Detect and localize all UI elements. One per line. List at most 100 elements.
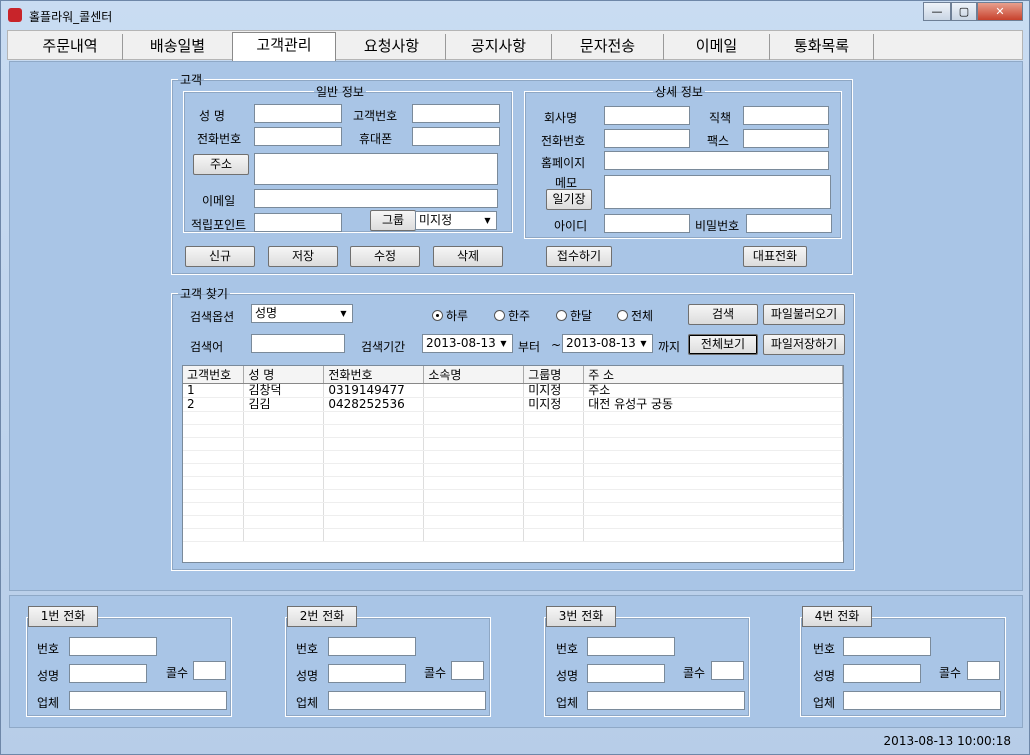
phone-4-company-label: 업체 [813, 696, 836, 710]
date-from-picker[interactable]: 2013-08-13 ▼ [422, 334, 513, 353]
delete-button[interactable]: 삭제 [433, 246, 503, 267]
column-header[interactable]: 주 소 [583, 366, 843, 384]
points-field[interactable] [254, 213, 342, 232]
column-header[interactable]: 고객번호 [183, 366, 245, 384]
fax-label: 팩스 [707, 134, 730, 148]
new-button[interactable]: 신규 [185, 246, 255, 267]
radio-week[interactable]: 한주 [494, 307, 530, 324]
save-button[interactable]: 저장 [268, 246, 338, 267]
phone-3-calls-label: 콜수 [683, 666, 706, 680]
customer-table: 고객번호 성 명 전화번호 소속명 그룹명 주 소 1 김창덕 03191494… [183, 366, 843, 542]
tab-notices[interactable]: 공지사항 [446, 34, 552, 60]
phone-4-name-field[interactable] [843, 664, 921, 683]
radio-all[interactable]: 전체 [617, 307, 653, 324]
phone-1-name-field[interactable] [69, 664, 147, 683]
search-button[interactable]: 검색 [688, 304, 758, 325]
tab-call-list[interactable]: 통화목록 [770, 34, 874, 60]
edit-button[interactable]: 수정 [350, 246, 420, 267]
table-row[interactable]: 2 김김 0428252536 미지정 대전 유성구 궁동 [183, 397, 843, 412]
name-field[interactable] [254, 104, 342, 123]
close-button[interactable]: ✕ [977, 2, 1023, 21]
customer-grid[interactable]: 고객번호 성 명 전화번호 소속명 그룹명 주 소 1 김창덕 03191494… [182, 365, 844, 563]
keyword-field[interactable] [251, 334, 345, 353]
view-all-button[interactable]: 전체보기 [688, 334, 758, 355]
address-button[interactable]: 주소 [193, 154, 249, 175]
phone-4-calls-field[interactable] [967, 661, 1000, 680]
position-field[interactable] [743, 106, 829, 125]
mobile-label: 휴대폰 [359, 132, 393, 146]
phone-label: 전화번호 [197, 132, 242, 146]
phone-2-name-field[interactable] [328, 664, 406, 683]
column-header[interactable]: 그룹명 [523, 366, 585, 384]
column-header[interactable]: 전화번호 [323, 366, 425, 384]
search-option-select[interactable]: 성명 ▼ [251, 304, 353, 323]
detail-phone-field[interactable] [604, 129, 690, 148]
minimize-button[interactable]: — [923, 2, 951, 21]
table-cell: 주소 [583, 383, 843, 398]
table-row[interactable]: 1 김창덕 0319149477 미지정 주소 [183, 383, 843, 398]
phone-3-company-field[interactable] [587, 691, 745, 710]
main-phone-button[interactable]: 대표전화 [743, 246, 807, 267]
company-field[interactable] [604, 106, 690, 125]
customer-no-field[interactable] [412, 104, 500, 123]
tab-orders[interactable]: 주문내역 [18, 34, 123, 60]
load-file-button[interactable]: 파일불러오기 [763, 304, 845, 325]
table-cell: 대전 유성구 궁동 [583, 397, 843, 412]
diary-button[interactable]: 일기장 [546, 189, 592, 210]
radio-month[interactable]: 한달 [556, 307, 592, 324]
customer-no-label: 고객번호 [353, 109, 398, 123]
to-label: 까지 [658, 340, 681, 354]
phone-4-company-field[interactable] [843, 691, 1001, 710]
tab-delivery-daily[interactable]: 배송일별 [123, 34, 233, 60]
maximize-button[interactable]: ▢ [951, 2, 977, 21]
save-file-button[interactable]: 파일저장하기 [763, 334, 845, 355]
radio-day[interactable]: 하루 [432, 307, 468, 324]
phone-1-company-label: 업체 [37, 696, 60, 710]
group-button[interactable]: 그룹 [370, 210, 416, 231]
phone-1-no-field[interactable] [69, 637, 157, 656]
tilde-label: ~ [551, 338, 562, 352]
group-select[interactable]: 미지정 ▼ [415, 211, 497, 230]
column-header[interactable]: 성 명 [243, 366, 325, 384]
phone-4-no-field[interactable] [843, 637, 931, 656]
company-label: 회사명 [544, 111, 578, 125]
memo-field[interactable] [604, 175, 831, 209]
main-tabs: 주문내역 배송일별 고객관리 요청사항 공지사항 문자전송 이메일 통화목록 [7, 30, 1023, 61]
phone-line-4-title: 4번 전화 [802, 606, 872, 627]
group-select-value: 미지정 [419, 213, 453, 227]
tab-sms[interactable]: 문자전송 [552, 34, 664, 60]
phone-3-name-field[interactable] [587, 664, 665, 683]
phone-1-calls-field[interactable] [193, 661, 226, 680]
phone-field[interactable] [254, 127, 342, 146]
app-logo-icon [8, 8, 22, 22]
phone-3-no-field[interactable] [587, 637, 675, 656]
phone-2-company-field[interactable] [328, 691, 486, 710]
password-label: 비밀번호 [695, 219, 740, 233]
column-header[interactable]: 소속명 [423, 366, 525, 384]
tab-requests[interactable]: 요청사항 [338, 34, 446, 60]
mobile-field[interactable] [412, 127, 500, 146]
table-row [183, 476, 843, 490]
phone-2-calls-field[interactable] [451, 661, 484, 680]
status-datetime: 2013-08-13 10:00:18 [883, 734, 1011, 748]
date-to-picker[interactable]: 2013-08-13 ▼ [562, 334, 653, 353]
email-field[interactable] [254, 189, 498, 208]
receive-button[interactable]: 접수하기 [546, 246, 612, 267]
phone-4-calls-label: 콜수 [939, 666, 962, 680]
address-field[interactable] [254, 153, 498, 185]
id-field[interactable] [604, 214, 690, 233]
tab-customer-management[interactable]: 고객관리 [232, 32, 336, 61]
table-cell: 1 [183, 383, 245, 398]
phone-2-no-field[interactable] [328, 637, 416, 656]
chevron-down-icon: ▼ [484, 216, 491, 225]
password-field[interactable] [746, 214, 832, 233]
table-cell: 미지정 [523, 383, 585, 398]
tab-email[interactable]: 이메일 [664, 34, 770, 60]
table-cell [423, 383, 525, 398]
phone-4-no-label: 번호 [813, 642, 836, 656]
phone-3-calls-field[interactable] [711, 661, 744, 680]
phone-1-company-field[interactable] [69, 691, 227, 710]
radio-month-label: 한달 [570, 309, 593, 323]
fax-field[interactable] [743, 129, 829, 148]
homepage-field[interactable] [604, 151, 829, 170]
